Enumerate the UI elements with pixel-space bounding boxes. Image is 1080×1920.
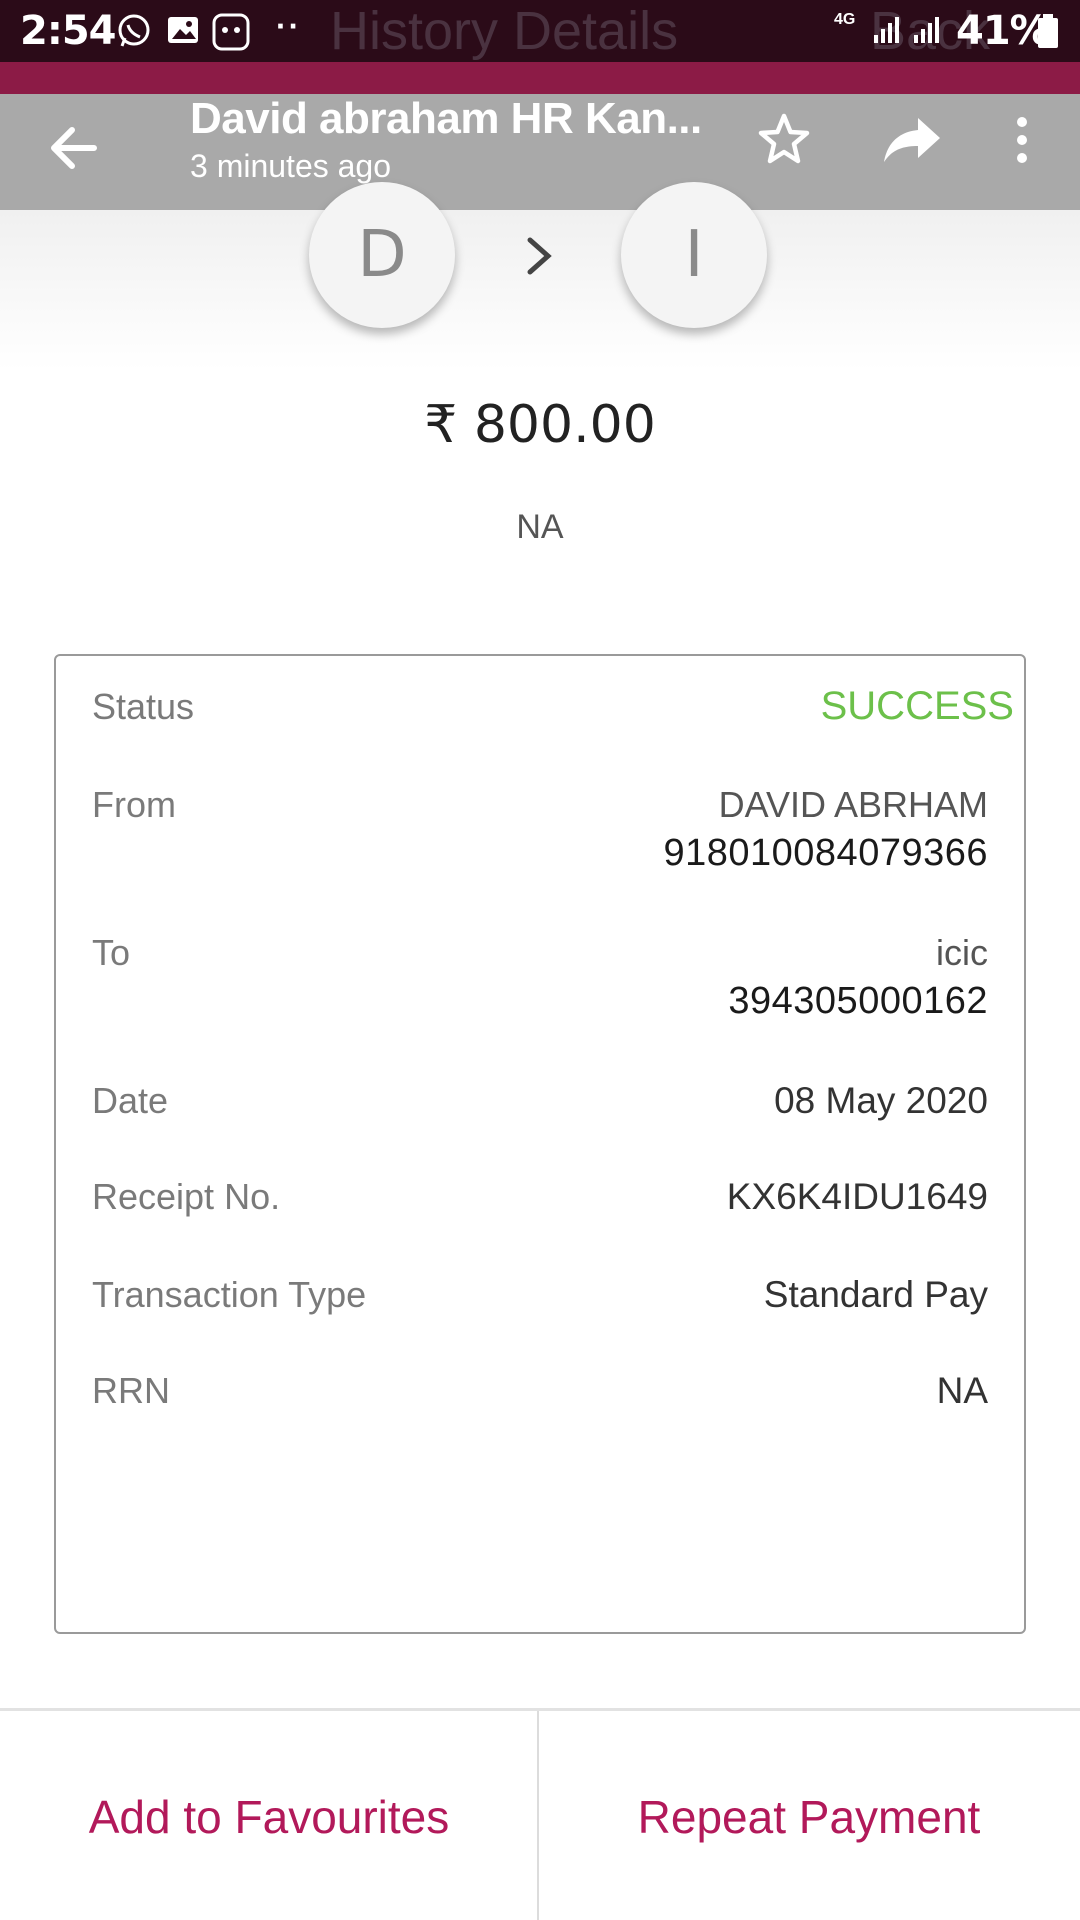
to-name: icic [936, 932, 988, 973]
network-type: 4G [834, 11, 856, 28]
signal-icon [912, 13, 946, 52]
transaction-type-label: Transaction Type [92, 1274, 367, 1315]
app-notification-icon [212, 13, 250, 56]
to-account: 394305000162 [728, 980, 988, 1022]
more-vert-icon [1017, 117, 1027, 163]
rrn-value: NA [936, 1370, 988, 1411]
repeat-payment-button[interactable]: Repeat Payment [540, 1711, 1078, 1920]
bottom-action-bar: Add to Favourites Repeat Payment [0, 1708, 1080, 1920]
timestamp: 3 minutes ago [190, 148, 392, 184]
transaction-type-value: Standard Pay [763, 1274, 988, 1315]
from-label: From [92, 784, 176, 825]
battery-percent: 41% [956, 8, 1050, 54]
amount: ₹ 800.00 [424, 395, 656, 455]
divider [537, 1711, 539, 1920]
receiver-avatar: I [621, 182, 767, 328]
back-arrow-icon [51, 127, 97, 169]
sender-avatar: D [309, 182, 455, 328]
from-account: 918010084079366 [663, 832, 988, 874]
whatsapp-icon [116, 13, 152, 54]
status-bar: 2:54 History Details ·· Back 4G 41% [0, 0, 1080, 62]
contact-title: David abraham HR Kan... [190, 94, 702, 143]
rrn-label: RRN [92, 1370, 170, 1411]
battery-icon [1036, 13, 1060, 54]
signal-icon [872, 13, 906, 52]
accent-strip [0, 62, 1080, 94]
background-title: History Details [330, 1, 679, 61]
date-label: Date [92, 1080, 169, 1121]
status-badge: SUCCESS [820, 684, 1014, 728]
date-value: 08 May 2020 [774, 1080, 988, 1121]
status-label: Status [92, 686, 195, 727]
transaction-details-card: Status SUCCESS From DAVID ABRHAM 9180100… [54, 654, 1026, 1634]
receipt-label: Receipt No. [92, 1176, 281, 1217]
star-icon [758, 113, 810, 164]
share-icon [884, 118, 940, 162]
chevron-right-icon [520, 226, 560, 286]
back-button[interactable] [38, 112, 110, 184]
share-button[interactable] [878, 108, 948, 172]
remark: NA [516, 508, 564, 546]
top-app-bar: David abraham HR Kan... 3 minutes ago [0, 94, 1080, 210]
receipt-value: KX6K4IDU1649 [726, 1176, 988, 1217]
gallery-icon [166, 13, 200, 52]
status-time: 2:54 [20, 8, 116, 54]
star-button[interactable] [752, 108, 816, 172]
more-options-button[interactable] [1000, 108, 1044, 172]
to-label: To [92, 932, 131, 973]
more-notifications-icon: ·· [276, 8, 302, 44]
add-to-favourites-button[interactable]: Add to Favourites [0, 1711, 538, 1920]
from-name: DAVID ABRHAM [718, 784, 988, 825]
